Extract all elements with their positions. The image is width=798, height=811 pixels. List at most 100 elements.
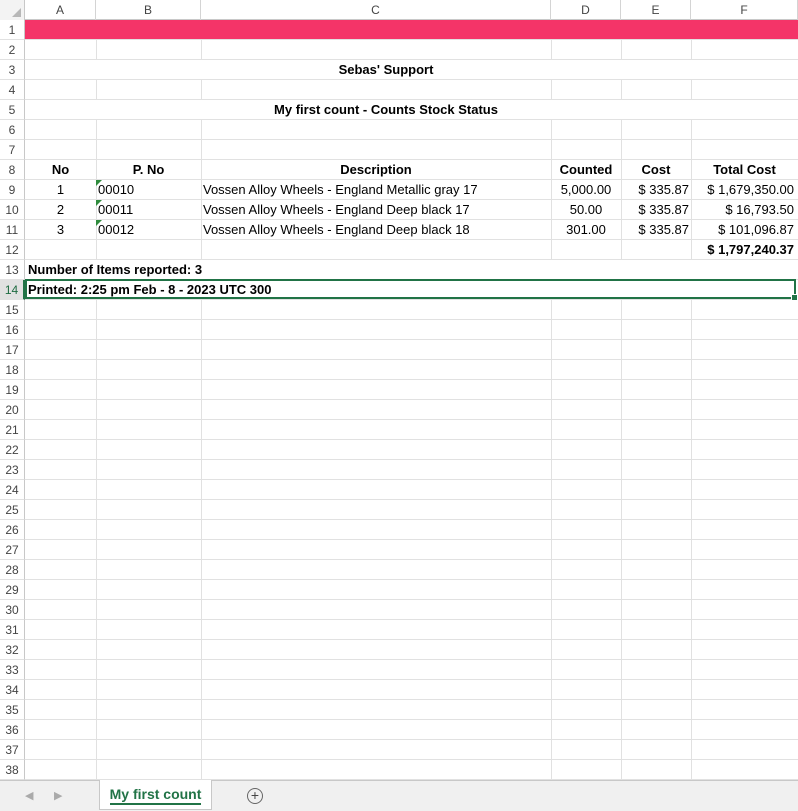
- row-header-5[interactable]: 5: [0, 100, 25, 120]
- item-description: Vossen Alloy Wheels - England Metallic g…: [203, 182, 478, 197]
- fill-handle[interactable]: [791, 294, 798, 301]
- row-header-24[interactable]: 24: [0, 480, 25, 500]
- grid-row-line: [25, 439, 798, 440]
- row-header-23[interactable]: 23: [0, 460, 25, 480]
- column-header-f[interactable]: F: [691, 0, 798, 20]
- row-header-37[interactable]: 37: [0, 740, 25, 760]
- grid-column-line: [621, 20, 622, 780]
- grid-row-line: [25, 679, 798, 680]
- grid-row-line: [25, 739, 798, 740]
- grid-row-line: [25, 359, 798, 360]
- column-header-d[interactable]: D: [551, 0, 621, 20]
- header-total-cost: Total Cost: [713, 162, 776, 177]
- row-header-8[interactable]: 8: [0, 160, 25, 180]
- row-header-33[interactable]: 33: [0, 660, 25, 680]
- row-header-19[interactable]: 19: [0, 380, 25, 400]
- plus-circle-icon[interactable]: +: [247, 788, 263, 804]
- row-header-3[interactable]: 3: [0, 60, 25, 80]
- grid-row-line: [25, 139, 798, 140]
- row-header-25[interactable]: 25: [0, 500, 25, 520]
- pink-banner-row: [25, 20, 798, 39]
- item-total: $ 101,096.87: [718, 222, 794, 237]
- column-header-bar: A B C D E F: [0, 0, 798, 20]
- grid-row-line: [25, 599, 798, 600]
- row-header-36[interactable]: 36: [0, 720, 25, 740]
- item-no: 2: [56, 202, 65, 217]
- row-header-38[interactable]: 38: [0, 760, 25, 780]
- spreadsheet-grid[interactable]: A B C D E F 1 2 3 4 5 6 7 8 9 10 11 12 13 14 15 16 17 18 1…: [0, 0, 798, 780]
- report-title: Sebas' Support: [338, 62, 434, 77]
- row-header-21[interactable]: 21: [0, 420, 25, 440]
- selected-cell-range[interactable]: [25, 279, 798, 301]
- row-header-12[interactable]: 12: [0, 240, 25, 260]
- grid-row-line: [25, 419, 798, 420]
- row-header-10[interactable]: 10: [0, 200, 25, 220]
- item-counted: 301.00: [566, 222, 606, 237]
- item-counted: 5,000.00: [560, 182, 612, 197]
- column-header-e[interactable]: E: [621, 0, 691, 20]
- row-header-27[interactable]: 27: [0, 540, 25, 560]
- row-header-26[interactable]: 26: [0, 520, 25, 540]
- column-header-a[interactable]: A: [25, 0, 96, 20]
- grid-row-line: [25, 579, 798, 580]
- cell-area[interactable]: Sebas' Support My first count - Counts S…: [25, 20, 798, 780]
- scroll-tabs-left-icon[interactable]: ◀: [25, 789, 33, 802]
- grid-row-line: [25, 659, 798, 660]
- select-all-corner[interactable]: [0, 0, 25, 20]
- grid-row-line: [25, 619, 798, 620]
- item-pno: 00012: [98, 222, 135, 237]
- item-no: 3: [56, 222, 65, 237]
- row-header-13[interactable]: 13: [0, 260, 25, 280]
- row-header-6[interactable]: 6: [0, 120, 25, 140]
- row-header-7[interactable]: 7: [0, 140, 25, 160]
- header-description: Description: [340, 162, 412, 177]
- grid-column-line: [691, 20, 692, 780]
- item-pno: 00010: [98, 182, 135, 197]
- row-header-4[interactable]: 4: [0, 80, 25, 100]
- row-header-35[interactable]: 35: [0, 700, 25, 720]
- row-header-28[interactable]: 28: [0, 560, 25, 580]
- scroll-tabs-right-icon[interactable]: ▶: [54, 789, 62, 802]
- grid-column-line: [96, 20, 97, 780]
- row-header-22[interactable]: 22: [0, 440, 25, 460]
- grid-row-line: [25, 319, 798, 320]
- grid-row-line: [25, 339, 798, 340]
- item-cost: $ 335.87: [638, 222, 689, 237]
- item-total: $ 1,679,350.00: [707, 182, 794, 197]
- row-header-30[interactable]: 30: [0, 600, 25, 620]
- row-header-29[interactable]: 29: [0, 580, 25, 600]
- item-cost: $ 335.87: [638, 202, 689, 217]
- grid-row-line: [25, 39, 798, 40]
- grid-row-line: [25, 639, 798, 640]
- row-header-1[interactable]: 1: [0, 20, 25, 40]
- item-description: Vossen Alloy Wheels - England Deep black…: [203, 222, 470, 237]
- grid-row-line: [25, 459, 798, 460]
- row-header-14[interactable]: 14: [0, 280, 25, 300]
- items-reported-text: Number of Items reported: 3: [28, 262, 203, 277]
- row-header-18[interactable]: 18: [0, 360, 25, 380]
- grid-row-line: [25, 719, 798, 720]
- row-header-2[interactable]: 2: [0, 40, 25, 60]
- header-pno: P. No: [132, 162, 165, 177]
- row-header-20[interactable]: 20: [0, 400, 25, 420]
- header-no: No: [51, 162, 70, 177]
- column-header-c[interactable]: C: [201, 0, 551, 20]
- row-header-11[interactable]: 11: [0, 220, 25, 240]
- item-cost: $ 335.87: [638, 182, 689, 197]
- row-header-16[interactable]: 16: [0, 320, 25, 340]
- row-header-34[interactable]: 34: [0, 680, 25, 700]
- row-header-9[interactable]: 9: [0, 180, 25, 200]
- grid-row-line: [25, 499, 798, 500]
- sheet-tab-my-first-count[interactable]: My first count: [99, 780, 212, 810]
- column-header-b[interactable]: B: [96, 0, 201, 20]
- row-header-32[interactable]: 32: [0, 640, 25, 660]
- row-header-17[interactable]: 17: [0, 340, 25, 360]
- row-header-15[interactable]: 15: [0, 300, 25, 320]
- sheet-tab-bar: ◀ ▶ My first count +: [0, 780, 798, 811]
- grid-column-line: [551, 20, 552, 780]
- item-description: Vossen Alloy Wheels - England Deep black…: [203, 202, 470, 217]
- row-header-31[interactable]: 31: [0, 620, 25, 640]
- grid-row-line: [25, 699, 798, 700]
- header-counted: Counted: [559, 162, 613, 177]
- grid-row-line: [25, 759, 798, 760]
